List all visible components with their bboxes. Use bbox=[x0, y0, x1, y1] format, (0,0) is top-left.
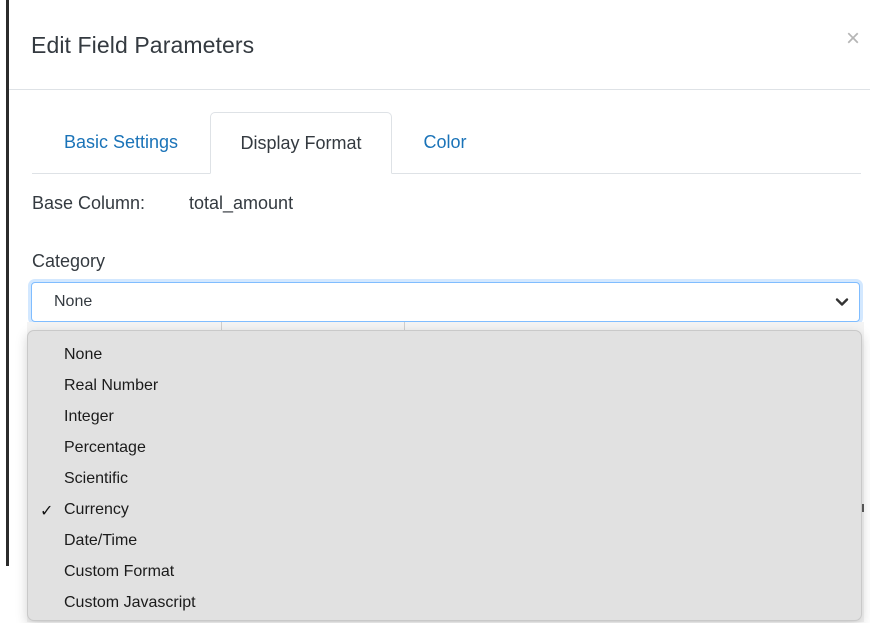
menu-item-real-number[interactable]: Real Number bbox=[28, 370, 861, 400]
tab-display-format[interactable]: Display Format bbox=[210, 112, 392, 174]
menu-item-label: Integer bbox=[64, 408, 114, 425]
menu-item-custom-javascript[interactable]: Custom Javascript bbox=[28, 587, 861, 617]
menu-item-percentage[interactable]: Percentage bbox=[28, 432, 861, 462]
menu-item-integer[interactable]: Integer bbox=[28, 401, 861, 431]
tab-color[interactable]: Color bbox=[390, 112, 500, 172]
menu-item-label: Date/Time bbox=[64, 532, 138, 549]
side-tick bbox=[862, 504, 864, 512]
menu-item-custom-format[interactable]: Custom Format bbox=[28, 556, 861, 586]
category-label: Category bbox=[32, 251, 106, 271]
menu-item-label: Currency bbox=[64, 501, 129, 518]
menu-item-label: Custom Format bbox=[64, 563, 175, 580]
menu-item-label: None bbox=[64, 346, 103, 363]
menu-item-currency[interactable]: ✓ Currency bbox=[28, 494, 861, 524]
menu-item-date-time[interactable]: Date/Time bbox=[28, 525, 861, 555]
menu-item-none[interactable]: None bbox=[28, 339, 861, 369]
category-select[interactable]: None bbox=[31, 282, 860, 322]
modal-title: Edit Field Parameters bbox=[31, 32, 255, 58]
category-select-value: None bbox=[54, 293, 93, 310]
menu-item-label: Custom Javascript bbox=[64, 594, 196, 611]
page: Edit Field Parameters × Basic Settings D… bbox=[0, 0, 870, 623]
base-column-row: Base Column: total_amount bbox=[32, 193, 293, 214]
check-icon: ✓ bbox=[40, 503, 54, 520]
menu-item-label: Percentage bbox=[64, 439, 146, 456]
menu-item-scientific[interactable]: Scientific bbox=[28, 463, 861, 493]
modal-header: Edit Field Parameters × bbox=[9, 0, 870, 90]
tab-basic-settings[interactable]: Basic Settings bbox=[32, 112, 210, 172]
base-column-label: Base Column: bbox=[32, 193, 146, 213]
menu-item-label: Scientific bbox=[64, 470, 129, 487]
chevron-down-icon bbox=[835, 298, 849, 306]
tab-bar: Basic Settings Display Format Color bbox=[32, 112, 861, 174]
menu-item-label: Real Number bbox=[64, 377, 159, 394]
category-dropdown-menu: None Real Number Integer Percentage Scie… bbox=[27, 330, 862, 621]
base-column-value: total_amount bbox=[189, 193, 294, 213]
close-icon[interactable]: × bbox=[846, 27, 860, 51]
